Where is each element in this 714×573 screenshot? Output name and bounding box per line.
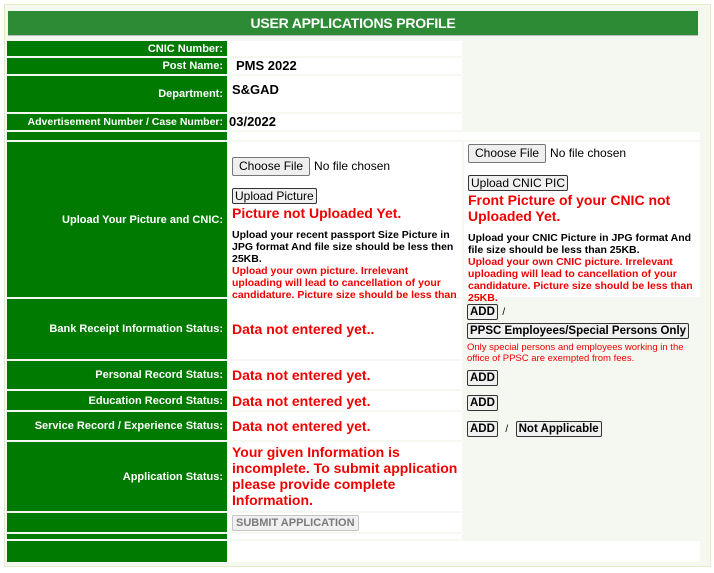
bank-status: Data not entered yet.. bbox=[232, 321, 375, 337]
cnic-pic-instruction: Upload your CNIC Picture in JPG format A… bbox=[468, 232, 692, 256]
submit-application-button[interactable]: SUBMIT APPLICATION bbox=[232, 515, 359, 531]
picture-instruction: Upload your recent passport Size Picture… bbox=[232, 229, 454, 265]
ppsc-employees-button[interactable]: PPSC Employees/Special Persons Only bbox=[467, 323, 690, 339]
page-title: USER APPLICATIONS PROFILE bbox=[8, 11, 698, 35]
bank-note: Only special persons and employees worki… bbox=[467, 342, 684, 364]
department-value: S&GAD bbox=[228, 76, 462, 112]
personal-actions: ADD bbox=[467, 368, 498, 386]
cnic-upload-cell: Choose File No file chosen Upload CNIC PI… bbox=[464, 142, 700, 304]
upload-label: Upload Your Picture and CNIC: bbox=[7, 142, 227, 297]
picture-status: Picture not Uploaded Yet. bbox=[232, 205, 402, 221]
personal-status: Data not entered yet. bbox=[232, 367, 371, 383]
cnic-label: CNIC Number: bbox=[7, 41, 227, 56]
education-status: Data not entered yet. bbox=[232, 392, 371, 409]
cnic-pic-status: Front Picture of your CNIC not Uploaded … bbox=[468, 192, 671, 224]
cnic-choose-file-button[interactable]: Choose File bbox=[468, 144, 547, 163]
upload-picture-button[interactable]: Upload Picture bbox=[232, 188, 317, 204]
upload-cnic-button[interactable]: Upload CNIC PIC bbox=[468, 175, 569, 191]
education-add-button[interactable]: ADD bbox=[467, 395, 498, 411]
bank-separator: / bbox=[502, 307, 506, 318]
footer-spacer-label bbox=[7, 534, 227, 539]
bank-label: Bank Receipt Information Status: bbox=[7, 299, 227, 359]
education-label: Education Record Status: bbox=[7, 391, 227, 410]
education-actions: ADD bbox=[467, 393, 498, 411]
not-applicable-button[interactable]: Not Applicable bbox=[515, 421, 602, 437]
personal-label: Personal Record Status: bbox=[7, 361, 227, 389]
picture-upload-cell: Choose File No file chosen Upload Picture… bbox=[228, 142, 462, 313]
service-add-button[interactable]: ADD bbox=[467, 421, 498, 437]
spacer-cell bbox=[228, 132, 700, 140]
service-label: Service Record / Experience Status: bbox=[7, 412, 227, 440]
bank-add-button[interactable]: ADD bbox=[467, 304, 498, 320]
post-value: PMS 2022 bbox=[228, 58, 462, 74]
education-status-cell: Data not entered yet. bbox=[228, 391, 462, 410]
cnic-pic-warning: Upload your own CNIC picture. Irrelevant… bbox=[468, 256, 693, 304]
bank-status-cell: Data not entered yet.. bbox=[228, 299, 462, 359]
personal-add-button[interactable]: ADD bbox=[467, 370, 498, 386]
personal-status-cell: Data not entered yet. bbox=[228, 361, 462, 389]
submit-label-cell bbox=[7, 513, 227, 532]
service-separator: / bbox=[505, 424, 509, 435]
advertisement-label: Advertisement Number / Case Number: bbox=[7, 114, 227, 130]
service-status: Data not entered yet. bbox=[232, 418, 371, 434]
footer-spacer-cell bbox=[228, 534, 462, 539]
footer-cell bbox=[228, 541, 700, 562]
application-status-cell: Your given Information is incomplete. To… bbox=[228, 442, 462, 511]
cnic-file-status: No file chosen bbox=[550, 146, 627, 160]
submit-cell: SUBMIT APPLICATION bbox=[228, 513, 462, 532]
bank-actions: ADD / PPSC Employees/Special Persons Onl… bbox=[467, 302, 702, 364]
cnic-value bbox=[228, 41, 462, 56]
application-status: Your given Information is incomplete. To… bbox=[232, 444, 458, 508]
service-status-cell: Data not entered yet. bbox=[228, 412, 462, 440]
application-label: Application Status: bbox=[7, 442, 227, 511]
footer-label bbox=[7, 541, 227, 562]
picture-file-status: No file chosen bbox=[314, 159, 391, 173]
post-label: Post Name: bbox=[7, 58, 227, 74]
advertisement-value: 03/2022 bbox=[228, 114, 462, 130]
service-actions: ADD / Not Applicable bbox=[467, 419, 602, 437]
spacer-label bbox=[7, 132, 227, 140]
department-label: Department: bbox=[7, 76, 227, 112]
picture-choose-file-button[interactable]: Choose File bbox=[232, 157, 311, 176]
